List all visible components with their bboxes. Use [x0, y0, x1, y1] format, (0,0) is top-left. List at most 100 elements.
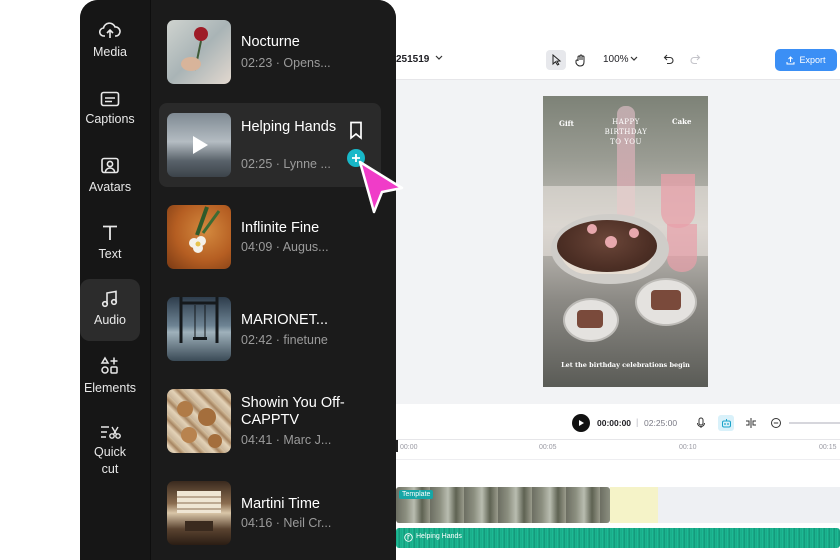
- rail-label: Media: [92, 45, 128, 59]
- pointer-icon: [552, 54, 561, 66]
- elements-icon: [100, 356, 118, 374]
- track-thumbnail: [167, 205, 231, 269]
- minus-circle-icon: [771, 418, 781, 428]
- play-button[interactable]: [572, 414, 590, 432]
- rail-item-captions[interactable]: Captions: [80, 91, 140, 128]
- mouse-cursor-icon: [358, 160, 404, 214]
- text-icon: [103, 225, 117, 240]
- cloud-upload-icon: [99, 22, 121, 38]
- sidebar: Media Captions Avatars Text Audio Elemen…: [80, 0, 396, 560]
- audio-clip-icon: [404, 533, 413, 542]
- canvas-text-gift[interactable]: Gift: [559, 119, 574, 128]
- audio-list-item[interactable]: Showin You Off-CAPPTV 04:41 · Marc J...: [159, 379, 381, 463]
- bookmark-icon[interactable]: [346, 120, 366, 140]
- ruler-tick: 00:10: [679, 444, 697, 451]
- playhead[interactable]: [396, 440, 398, 452]
- audio-list-item[interactable]: Nocturne 02:23 · Opens...: [159, 10, 381, 94]
- microphone-icon: [697, 417, 705, 428]
- split-icon: [746, 418, 756, 428]
- tool-rail: Media Captions Avatars Text Audio Elemen…: [80, 0, 150, 560]
- canvas-text-cake[interactable]: Cake: [672, 117, 691, 126]
- template-track-extension[interactable]: [610, 487, 658, 523]
- video-preview-canvas[interactable]: Gift Cake HAPPY BIRTHDAY TO YOU Let the …: [543, 96, 708, 387]
- project-name[interactable]: 251519: [396, 54, 429, 65]
- track-meta: 02:23 · Opens...: [241, 56, 331, 70]
- rail-label: Audio: [94, 313, 126, 327]
- chevron-down-icon[interactable]: [434, 52, 444, 64]
- panel-divider: [150, 0, 151, 560]
- preview-cake-slice: [577, 310, 603, 328]
- zoom-out-button[interactable]: [768, 415, 784, 431]
- rail-label: Quick cut: [94, 445, 126, 476]
- swing-thumbnail: [179, 297, 219, 343]
- timeline-zoom-slider[interactable]: [789, 422, 840, 424]
- redo-icon[interactable]: [689, 53, 701, 65]
- track-meta: 02:25 · Lynne ...: [241, 157, 331, 171]
- rail-item-elements[interactable]: Elements: [80, 356, 140, 397]
- total-time: 02:25:00: [644, 418, 678, 428]
- audio-list-item[interactable]: Inflinite Fine 04:09 · Augus...: [159, 195, 381, 279]
- track-meta: 04:41 · Marc J...: [241, 433, 332, 447]
- timeline[interactable]: 00:00 00:05 00:10 00:15 Template Helping…: [396, 440, 840, 560]
- audio-list-item[interactable]: MARIONET... 02:42 · finetune: [159, 287, 381, 371]
- track-meta: 04:09 · Augus...: [241, 240, 329, 254]
- select-tool-button[interactable]: [546, 50, 566, 70]
- chevron-down-icon[interactable]: [629, 53, 639, 65]
- preview-glass: [661, 174, 695, 228]
- track-title: Helping Hands: [241, 119, 337, 135]
- avatar-icon: [101, 157, 119, 174]
- rail-label: Captions: [85, 112, 135, 126]
- rose-thumbnail: [181, 27, 208, 71]
- ruler-tick: 00:15: [819, 444, 837, 451]
- rail-item-audio[interactable]: Audio: [80, 279, 140, 341]
- preview-flower: [605, 236, 617, 248]
- time-separator: |: [636, 417, 639, 427]
- canvas-text-caption[interactable]: Let the birthday celebrations begin: [543, 361, 708, 369]
- timeline-ruler[interactable]: [396, 440, 840, 460]
- music-note-icon: [101, 290, 118, 308]
- canvas-text-birthday[interactable]: HAPPY BIRTHDAY TO YOU: [601, 117, 651, 147]
- track-thumbnail: [167, 389, 231, 453]
- audio-list-item[interactable]: Helping Hands 02:25 · Lynne ...: [159, 103, 381, 187]
- flower-thumbnail: [189, 206, 221, 253]
- track-title: Nocturne: [241, 34, 300, 50]
- robot-icon: [721, 418, 731, 427]
- track-title: Inflinite Fine: [241, 220, 320, 236]
- rail-item-text[interactable]: Text: [80, 224, 140, 263]
- cookies-thumbnail: [177, 401, 222, 448]
- track-meta: 04:16 · Neil Cr...: [241, 516, 332, 530]
- rail-item-media[interactable]: Media: [80, 22, 140, 61]
- export-button[interactable]: Export: [775, 49, 837, 71]
- play-icon[interactable]: [191, 135, 209, 155]
- preview-flower: [629, 228, 639, 238]
- captions-icon: [100, 91, 120, 107]
- zoom-level[interactable]: 100%: [603, 54, 629, 65]
- rail-label: Text: [98, 247, 122, 261]
- audio-list-item[interactable]: Martini Time 04:16 · Neil Cr...: [159, 471, 381, 555]
- microphone-button[interactable]: [693, 415, 709, 431]
- editor-panel: 251519 100% Export Gift Cake HAPPY BIRTH…: [396, 40, 840, 560]
- preview-cake-slice: [651, 290, 681, 310]
- rail-item-avatars[interactable]: Avatars: [80, 157, 140, 196]
- hand-tool-button[interactable]: [571, 50, 591, 70]
- track-meta: 02:42 · finetune: [241, 333, 328, 347]
- export-label: Export: [799, 55, 826, 65]
- template-tag: Template: [399, 490, 434, 499]
- undo-icon[interactable]: [663, 53, 675, 65]
- ruler-tick: 00:05: [539, 444, 557, 451]
- empty-track-area[interactable]: [658, 487, 840, 523]
- split-button[interactable]: [743, 415, 759, 431]
- audio-track-label: Helping Hands: [416, 533, 462, 540]
- rail-label: Elements: [83, 381, 137, 395]
- window-thumbnail: [177, 491, 221, 531]
- ruler-tick: 00:00: [400, 444, 418, 451]
- track-thumbnail: [167, 20, 231, 84]
- audio-track[interactable]: Helping Hands: [396, 528, 840, 548]
- track-thumbnail: [167, 113, 231, 177]
- template-video-track[interactable]: Template: [396, 487, 610, 523]
- track-title: Showin You Off-CAPPTV: [241, 395, 345, 428]
- rail-item-quick-cut[interactable]: Quick cut: [80, 424, 140, 478]
- rail-label: Avatars: [88, 180, 132, 194]
- ai-voice-button[interactable]: [718, 415, 734, 431]
- editor-toolbar: 251519 100% Export: [396, 40, 840, 80]
